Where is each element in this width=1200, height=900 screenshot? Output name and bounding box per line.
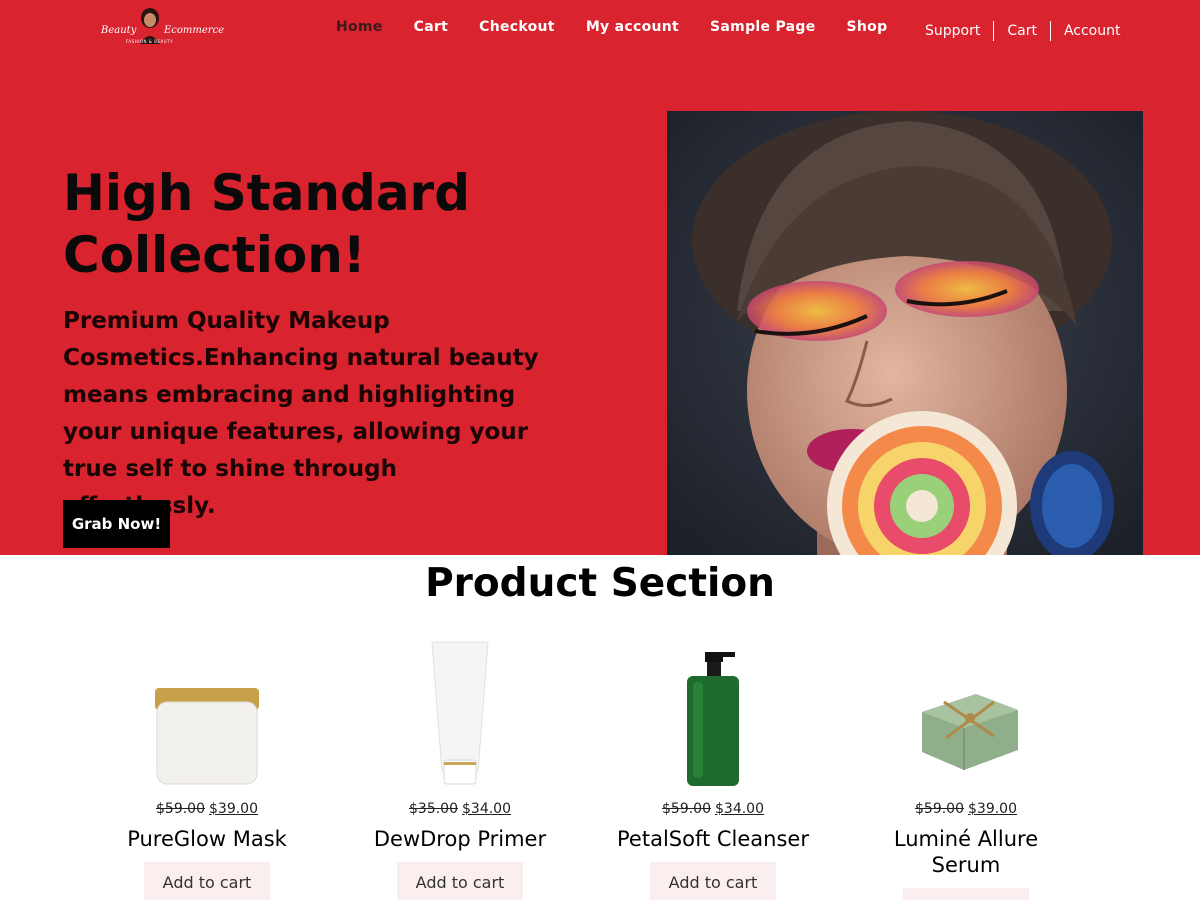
product-image-soap-bar[interactable] — [866, 632, 1066, 792]
old-price: $59.00 — [156, 801, 205, 817]
nav-checkout[interactable]: Checkout — [479, 19, 555, 41]
util-support-link[interactable]: Support — [912, 21, 993, 41]
product-card: $59.00 $34.00 PetalSoft Cleanser Add to c… — [613, 632, 813, 900]
grab-now-button[interactable]: Grab Now! — [63, 500, 170, 548]
hero-description: Premium Quality Makeup Cosmetics.Enhanci… — [63, 308, 539, 519]
new-price: $34.00 — [462, 801, 511, 817]
add-to-cart-button[interactable]: Add to cart — [144, 862, 270, 900]
nav-home[interactable]: Home — [336, 19, 383, 41]
product-price: $35.00 $34.00 — [360, 798, 560, 820]
product-price: $59.00 $39.00 — [866, 798, 1066, 820]
old-price: $59.00 — [662, 801, 711, 817]
logo-text-beauty: Beauty — [101, 25, 137, 36]
product-card: $59.00$39.00 Luminé Allure Serum Add to … — [866, 632, 1066, 900]
product-section-title: Product Section — [425, 561, 775, 606]
product-card: $59.00 $39.00 PureGlow Mask Add to cart — [107, 632, 307, 900]
util-cart-link[interactable]: Cart — [993, 21, 1050, 41]
product-image-pump-bottle[interactable] — [613, 632, 813, 792]
utility-navigation: Support Cart Account — [912, 20, 1133, 42]
logo-text-ecommerce: Ecommerce — [164, 25, 225, 36]
add-to-cart-button[interactable]: Add to cart — [397, 862, 523, 900]
main-navigation: Home Cart Checkout My account Sample Pag… — [336, 19, 887, 41]
product-card: $35.00 $34.00 DewDrop Primer Add to cart — [360, 632, 560, 900]
hero-model-image — [667, 111, 1143, 555]
product-name[interactable]: Luminé Allure Serum — [866, 826, 1066, 878]
product-image-jar[interactable] — [107, 632, 307, 792]
add-to-cart-button[interactable]: Add to cart — [650, 862, 776, 900]
hero-banner: Beauty Ecommerce FASHION & BEAUTY Home C… — [0, 0, 1200, 555]
site-logo[interactable]: Beauty Ecommerce FASHION & BEAUTY — [98, 4, 224, 50]
add-to-cart-button[interactable]: Add to cart — [903, 888, 1029, 900]
logo-tagline: FASHION & BEAUTY — [126, 39, 174, 44]
product-name[interactable]: PureGlow Mask — [107, 826, 307, 852]
product-name[interactable]: PetalSoft Cleanser — [613, 826, 813, 852]
nav-sample-page[interactable]: Sample Page — [710, 19, 815, 41]
product-image-tube[interactable] — [360, 632, 560, 792]
product-price: $59.00 $34.00 — [613, 798, 813, 820]
nav-my-account[interactable]: My account — [586, 19, 679, 41]
product-name[interactable]: DewDrop Primer — [360, 826, 560, 852]
new-price: $34.00 — [715, 801, 764, 817]
nav-cart[interactable]: Cart — [414, 19, 449, 41]
nav-shop[interactable]: Shop — [847, 19, 888, 41]
old-price: $59.00 — [915, 801, 964, 817]
new-price: $39.00 — [968, 801, 1017, 817]
product-price: $59.00 $39.00 — [107, 798, 307, 820]
old-price: $35.00 — [409, 801, 458, 817]
hero-title: High Standard Collection! — [63, 164, 471, 284]
new-price: $39.00 — [209, 801, 258, 817]
util-account-link[interactable]: Account — [1049, 21, 1134, 41]
